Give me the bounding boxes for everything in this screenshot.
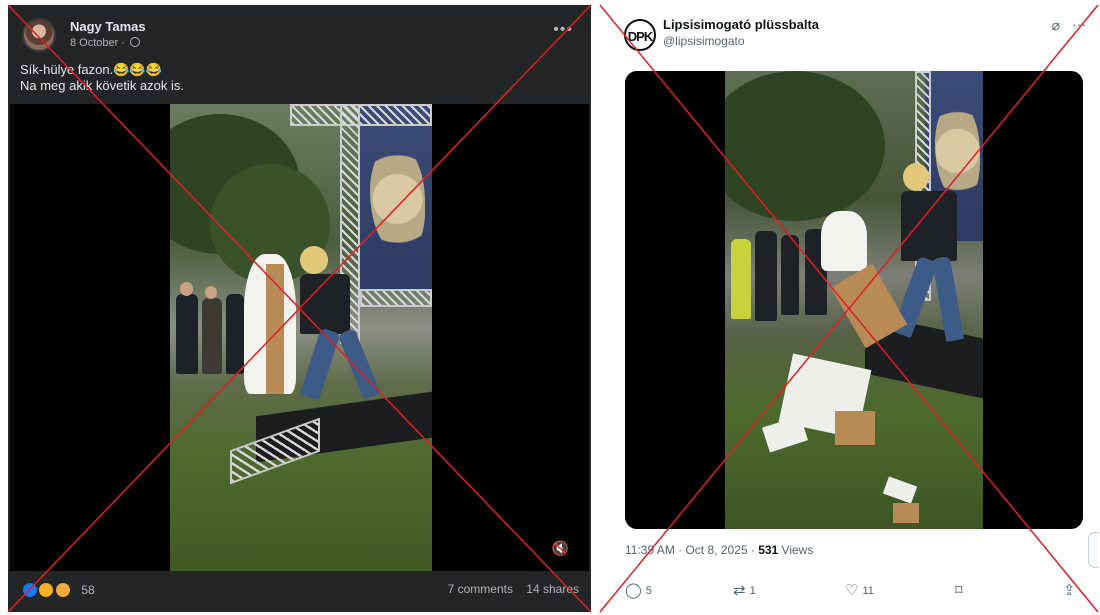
- reply-button[interactable]: ◯ 5: [625, 581, 652, 599]
- post-stats: 7 comments 14 shares: [438, 582, 579, 596]
- post-text: Sík-hülye fazon.😂😂😂 Na meg akik követik …: [20, 62, 184, 94]
- share-icon: ⇪: [1063, 582, 1076, 599]
- action-bar: ◯ 5 ⇄ 1 ♡ 11 ⌑ ⇪: [625, 581, 1083, 601]
- post-header: Nagy Tamas 8 October · •••: [18, 17, 581, 53]
- author-name[interactable]: Nagy Tamas: [70, 19, 146, 34]
- post-text-line: Sík-hülye fazon.😂😂😂: [20, 62, 162, 77]
- shares-link[interactable]: 14 shares: [526, 582, 579, 596]
- share-button[interactable]: ⇪: [1063, 581, 1080, 599]
- post-date-text: 8 October: [70, 37, 119, 49]
- reply-count: 5: [645, 585, 652, 597]
- post-meta: 11:39 AM · Oct 8, 2025 · 531 Views: [625, 543, 813, 557]
- video-player[interactable]: 🔇: [10, 104, 589, 571]
- like-button[interactable]: ♡ 11: [845, 581, 874, 599]
- post-time[interactable]: 11:39 AM · Oct 8, 2025 ·: [625, 543, 758, 557]
- post-text-line: Na meg akik követik azok is.: [20, 78, 185, 93]
- more-options-icon[interactable]: ···: [1072, 16, 1086, 32]
- repost-icon: ⇄: [733, 582, 746, 599]
- video-frame: [725, 71, 983, 529]
- reply-icon: ◯: [625, 582, 642, 599]
- video-frame: [170, 104, 432, 571]
- repost-count: 1: [749, 585, 756, 597]
- user-handle[interactable]: @lipsisimogato: [663, 34, 745, 48]
- bookmark-button[interactable]: ⌑: [955, 581, 967, 599]
- reaction-count: 58: [81, 582, 95, 597]
- more-options-icon[interactable]: •••: [553, 21, 573, 39]
- x-post: DPK Lipsisimogató plüssbalta @lipsisimog…: [612, 5, 1098, 612]
- post-footer: 58 7 comments 14 shares: [8, 571, 591, 612]
- post-date[interactable]: 8 October ·: [70, 37, 141, 49]
- repost-button[interactable]: ⇄ 1: [733, 581, 756, 599]
- side-tab[interactable]: [1088, 532, 1098, 568]
- heart-icon: ♡: [845, 582, 859, 599]
- sad-icon: [54, 581, 71, 598]
- comments-link[interactable]: 7 comments: [448, 582, 513, 596]
- bookmark-icon: ⌑: [955, 582, 963, 599]
- account-avatar[interactable]: DPK: [624, 19, 656, 51]
- author-avatar[interactable]: [22, 18, 56, 52]
- like-count: 11: [862, 585, 874, 597]
- speaker-muted-icon[interactable]: 🔇: [552, 540, 569, 557]
- views-count: 531: [758, 543, 779, 557]
- like-icon: [22, 581, 38, 598]
- globe-icon: [130, 37, 141, 47]
- views-label: Views: [778, 543, 814, 557]
- facebook-post: Nagy Tamas 8 October · ••• Sík-hülye faz…: [8, 5, 591, 612]
- haha-icon: [38, 581, 55, 598]
- video-player[interactable]: [625, 71, 1083, 529]
- grok-icon[interactable]: ⌀: [1052, 17, 1060, 34]
- reactions[interactable]: 58: [22, 581, 95, 598]
- display-name[interactable]: Lipsisimogató plüssbalta: [663, 17, 819, 32]
